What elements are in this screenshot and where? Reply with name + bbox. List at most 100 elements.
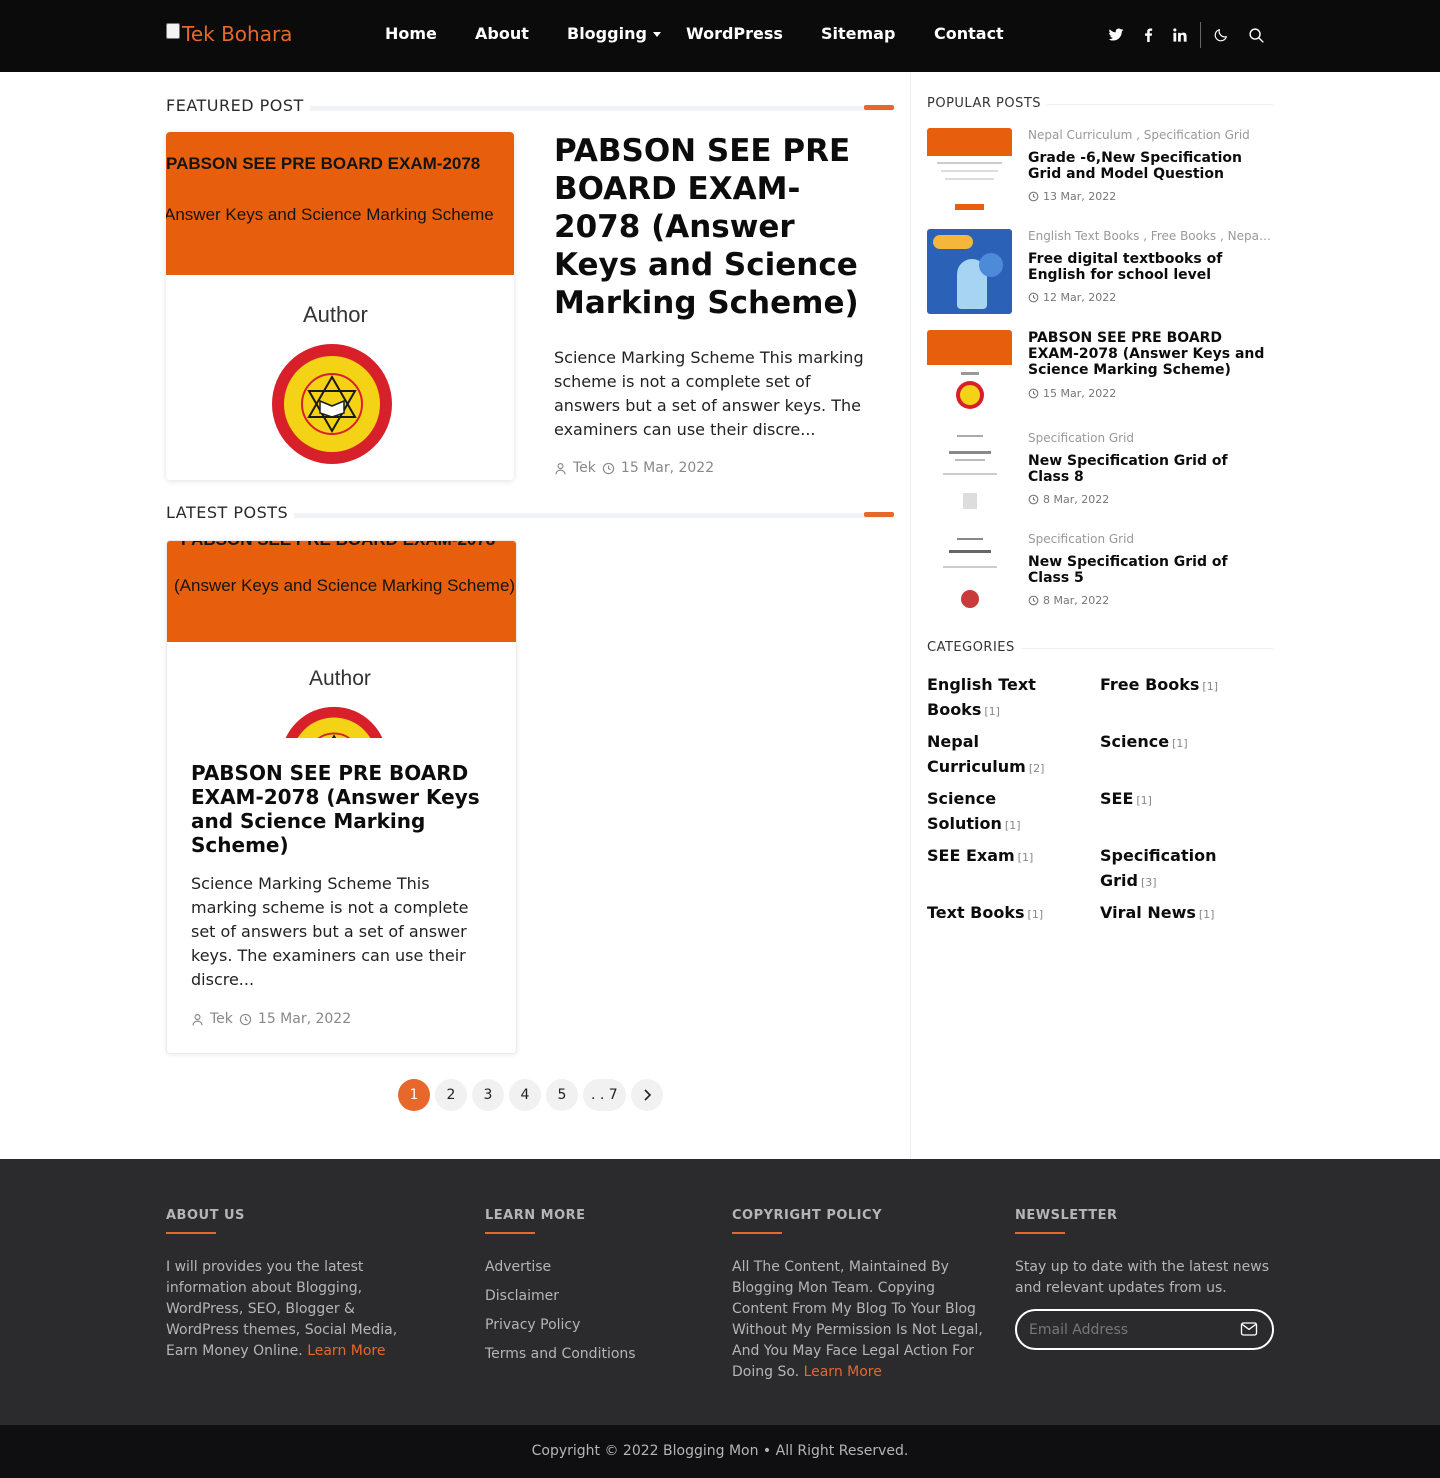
user-icon <box>192 1013 203 1025</box>
popular-post-category[interactable]: Nepal Curriculum , Specification Grid <box>1028 128 1273 142</box>
copyright-learn-more-link[interactable]: Learn More <box>804 1364 882 1380</box>
category-link[interactable]: Science Solution [1] <box>927 786 1057 838</box>
featured-image: PABSON SEE PRE BOARD EXAM-2078 Answer Ke… <box>166 132 514 480</box>
thumb-text-line <box>943 566 997 568</box>
popular-post-title[interactable]: New Specification Grid of Class 5 <box>1028 554 1273 586</box>
email-input[interactable] <box>1029 1321 1229 1339</box>
thumb-banner <box>927 128 1012 156</box>
next-page-button[interactable] <box>630 1079 663 1111</box>
site-logo[interactable]: Tek Bohara <box>166 22 292 46</box>
category-link[interactable]: Science [1] <box>1100 729 1260 756</box>
page-2[interactable]: 2 <box>435 1079 467 1111</box>
heading-accent <box>864 105 894 110</box>
popular-post-title[interactable]: New Specification Grid of Class 8 <box>1028 453 1273 485</box>
footer-learn: LEARN MORE Advertise Disclaimer Privacy … <box>485 1208 685 1373</box>
page-4[interactable]: 4 <box>509 1079 541 1111</box>
thumb-banner <box>927 330 1012 365</box>
popular-post[interactable]: PABSON SEE PRE BOARD EXAM-2078 (Answer K… <box>927 330 1273 420</box>
popular-post[interactable]: Nepal Curriculum , Specification Grid Gr… <box>927 128 1273 218</box>
thumb-text-line <box>941 170 998 172</box>
footer-link-disclaimer[interactable]: Disclaimer <box>485 1286 685 1307</box>
category-name: Nepal Curriculum <box>927 732 1026 776</box>
popular-post-title[interactable]: Free digital textbooks of English for sc… <box>1028 251 1273 283</box>
popular-post-thumbnail[interactable] <box>927 431 1012 516</box>
featured-heading: FEATURED POST <box>166 96 894 118</box>
category-link[interactable]: Free Books [1] <box>1100 672 1260 699</box>
category-link[interactable]: Specification Grid [3] <box>1100 843 1240 895</box>
popular-post[interactable]: Specification Grid New Specification Gri… <box>927 532 1273 622</box>
twitter-icon[interactable] <box>1106 24 1126 46</box>
footer-heading-bar <box>166 1232 216 1234</box>
category-link[interactable]: Viral News [1] <box>1100 900 1260 927</box>
category-link[interactable]: Nepal Curriculum [2] <box>927 729 1067 781</box>
search-icon[interactable] <box>1246 24 1266 46</box>
popular-post-thumbnail[interactable] <box>927 330 1012 415</box>
featured-author[interactable]: Tek <box>573 460 596 476</box>
nav-sitemap[interactable]: Sitemap <box>821 24 895 43</box>
thumb-text-line <box>945 178 994 180</box>
caret-down-icon <box>652 32 661 37</box>
page-5[interactable]: 5 <box>546 1079 578 1111</box>
popular-post-title[interactable]: PABSON SEE PRE BOARD EXAM-2078 (Answer K… <box>1028 330 1273 378</box>
featured-title[interactable]: PABSON SEE PRE BOARD EXAM-2078 (Answer K… <box>554 132 884 322</box>
nav-about[interactable]: About <box>475 24 529 43</box>
category-link[interactable]: Text Books [1] <box>927 900 1087 927</box>
featured-meta: Tek 15 Mar, 2022 <box>554 460 714 476</box>
nav-contact[interactable]: Contact <box>934 24 1004 43</box>
popular-post-date: 12 Mar, 2022 <box>1028 291 1116 304</box>
categories-heading: CATEGORIES <box>927 640 1273 660</box>
popular-post-category[interactable]: Specification Grid <box>1028 431 1273 445</box>
thumb-line2: Answer Keys and Science Marking Scheme <box>166 205 494 224</box>
featured-excerpt: Science Marking Scheme This marking sche… <box>554 348 864 439</box>
linkedin-icon[interactable] <box>1170 24 1190 46</box>
clock-icon <box>1028 292 1039 303</box>
nav-wordpress[interactable]: WordPress <box>686 24 783 43</box>
pabson-seal-icon <box>956 381 984 409</box>
logo-text: Tek Bohara <box>182 22 293 46</box>
category-link[interactable]: SEE Exam [1] <box>927 843 1087 870</box>
popular-post-thumbnail[interactable] <box>927 532 1012 617</box>
clock-icon <box>1028 191 1039 202</box>
mail-icon[interactable] <box>1240 1321 1260 1339</box>
about-learn-more-link[interactable]: Learn More <box>307 1343 385 1359</box>
thumb-author: Author <box>309 667 371 690</box>
footer-copyright-text: All The Content, Maintained By Blogging … <box>732 1257 988 1383</box>
footer-link-advertise[interactable]: Advertise <box>485 1257 685 1278</box>
category-link[interactable]: SEE [1] <box>1100 786 1260 813</box>
chevron-right-icon <box>644 1089 651 1101</box>
category-link[interactable]: English Text Books [1] <box>927 672 1077 724</box>
pabson-seal-icon <box>285 706 383 738</box>
popular-post-thumbnail[interactable] <box>927 229 1012 314</box>
footer-link-terms[interactable]: Terms and Conditions <box>485 1344 685 1365</box>
footer-about: ABOUT US I will provides you the latest … <box>166 1208 406 1362</box>
popular-post[interactable]: Specification Grid New Specification Gri… <box>927 431 1273 521</box>
popular-post-title[interactable]: Grade -6,New Specification Grid and Mode… <box>1028 150 1273 182</box>
moon-icon[interactable] <box>1211 24 1231 46</box>
thumb-emblem <box>961 590 979 608</box>
footer-newsletter: NEWSLETTER Stay up to date with the late… <box>1015 1208 1274 1299</box>
popular-post-thumbnail[interactable] <box>927 128 1012 213</box>
page-1[interactable]: 1 <box>398 1079 430 1111</box>
latest-thumbnail[interactable]: PABSON SEE PRE BOARD EXAM-2078 (Answer K… <box>167 541 516 738</box>
popular-post-category[interactable]: English Text Books , Free Books , Nepal.… <box>1028 229 1273 243</box>
category-name: Specification Grid <box>1100 846 1217 890</box>
page-3[interactable]: 3 <box>472 1079 504 1111</box>
popular-post[interactable]: English Text Books , Free Books , Nepal.… <box>927 229 1273 319</box>
featured-date: 15 Mar, 2022 <box>620 460 715 476</box>
footer-link-privacy[interactable]: Privacy Policy <box>485 1315 685 1336</box>
nav-home[interactable]: Home <box>385 24 437 43</box>
page-last[interactable]: . . 7 <box>583 1079 626 1111</box>
nav-blogging[interactable]: Blogging <box>567 24 661 43</box>
popular-post-category[interactable]: Specification Grid <box>1028 532 1273 546</box>
thumb-moon-shape <box>979 253 1003 277</box>
popular-post-date-text: 8 Mar, 2022 <box>1043 594 1110 607</box>
popular-post-date-text: 15 Mar, 2022 <box>1043 387 1117 400</box>
latest-post-author[interactable]: Tek <box>210 1011 233 1027</box>
footer-copyright-body: All The Content, Maintained By Blogging … <box>732 1259 983 1380</box>
category-count: [1] <box>1017 851 1034 864</box>
facebook-icon[interactable] <box>1138 24 1158 46</box>
latest-post-date: 15 Mar, 2022 <box>257 1011 352 1027</box>
latest-post-title[interactable]: PABSON SEE PRE BOARD EXAM-2078 (Answer K… <box>191 761 501 857</box>
footer-copyright-heading: COPYRIGHT POLICY <box>732 1208 882 1223</box>
featured-thumbnail[interactable]: PABSON SEE PRE BOARD EXAM-2078 Answer Ke… <box>166 132 514 480</box>
